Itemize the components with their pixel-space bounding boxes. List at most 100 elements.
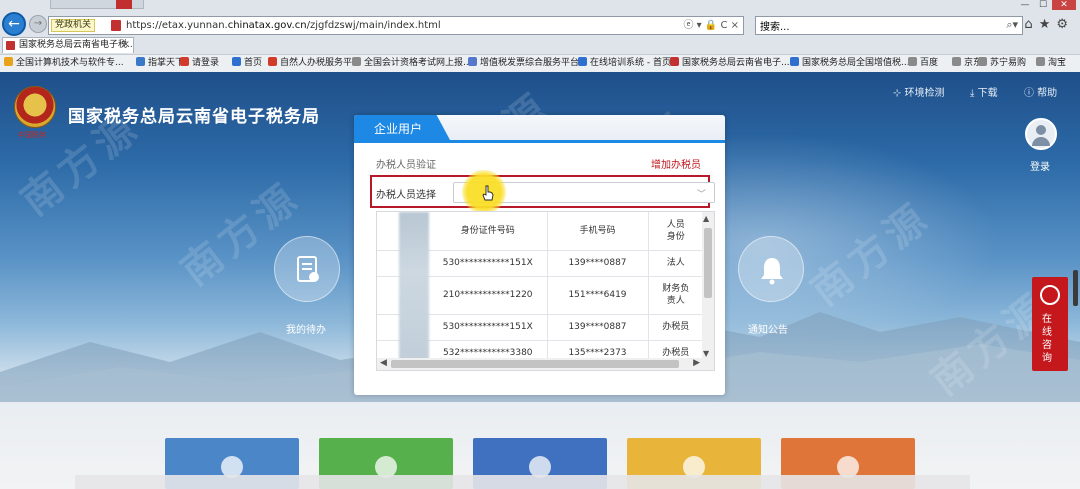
chevron-up-icon[interactable]: ▲	[703, 214, 709, 223]
search-box[interactable]: ⌕▾	[755, 16, 1023, 35]
modal-header: 企业用户	[354, 115, 725, 143]
site-title: 国家税务总局云南省电子税务局	[68, 107, 320, 127]
id-cell: 210***********1220	[429, 276, 548, 315]
browser-chrome: ← → 党政机关 https://etax.yunnan.chinatax.go…	[0, 0, 1080, 72]
my-todo-label[interactable]: 我的待办	[286, 321, 326, 336]
tab-title: 国家税务总局云南省电子税...	[19, 40, 134, 50]
home-icon[interactable]: ⌂	[1024, 17, 1038, 32]
url-tools-icons[interactable]: ⓔ ▾ 🔒 C ×	[683, 19, 739, 32]
dropdown-vertical-scrollbar[interactable]: ▲ ▼	[702, 212, 714, 360]
star-icon[interactable]: ★	[1039, 17, 1057, 32]
forward-arrow-icon: →	[33, 18, 43, 29]
back-button[interactable]: ←	[2, 12, 26, 36]
col-header-role: 人员身份	[648, 212, 703, 251]
page-scrollbar[interactable]	[1073, 270, 1078, 306]
maximize-icon[interactable]: ☐	[1034, 0, 1052, 10]
tab-favicon-icon	[6, 41, 15, 50]
browser-toolbar-icons: ⌂★⚙	[1024, 17, 1074, 32]
add-taxpayer-link[interactable]: 增加办税员	[651, 156, 701, 171]
document-icon	[297, 256, 319, 282]
tax-emblem-icon	[14, 86, 56, 128]
window-controls: — ☐ ✕	[1016, 0, 1076, 12]
minimize-icon[interactable]: —	[1016, 0, 1034, 10]
notice-label[interactable]: 通知公告	[748, 321, 788, 336]
url-text[interactable]: https://etax.yunnan.chinatax.gov.cn/zjgf…	[126, 19, 441, 32]
taxpayer-login-modal: 企业用户 办税人员验证 增加办税员 办税人员选择 ﹀ 身份证件号码 手机号码 人…	[354, 115, 725, 395]
favorite-link[interactable]: 国家税务总局全国增值税...	[790, 57, 910, 70]
download-link[interactable]: ⤓ 下载	[970, 84, 998, 99]
favorite-link[interactable]: 百度	[908, 57, 938, 70]
favorite-favicon-icon	[4, 57, 13, 66]
hand-cursor-icon	[482, 185, 494, 201]
redacted-name-column	[399, 212, 429, 362]
notice-button[interactable]	[738, 236, 804, 302]
back-arrow-icon: ←	[8, 16, 20, 32]
phone-cell: 151****6419	[547, 276, 649, 315]
favorite-favicon-icon	[180, 57, 189, 66]
favorite-link[interactable]: 淘宝	[1036, 57, 1066, 70]
favorite-link[interactable]: 请登录	[180, 57, 219, 70]
favorite-favicon-icon	[952, 57, 961, 66]
search-icon[interactable]: ⌕▾	[1006, 18, 1018, 32]
help-link[interactable]: ⓘ 帮助	[1024, 84, 1057, 99]
favorites-bar: 全国计算机技术与软件专... 指掌天下 请登录 首页 自然人办税服务平... 全国会计资格…	[0, 54, 1080, 72]
favorite-link[interactable]: 在线培训系统 - 首页	[578, 57, 671, 70]
env-check-link[interactable]: ⊹ 环境检测	[893, 84, 945, 99]
chevron-left-icon[interactable]: ◀	[380, 358, 387, 368]
favorite-favicon-icon	[670, 57, 679, 66]
favorite-link[interactable]: 指掌天下	[136, 57, 184, 70]
favorite-favicon-icon	[232, 57, 241, 66]
bottom-bar	[75, 475, 970, 489]
favorite-favicon-icon	[1036, 57, 1045, 66]
tab-close-icon[interactable]: ×	[122, 38, 130, 52]
favorite-link[interactable]: 全国计算机技术与软件专...	[4, 57, 124, 70]
select-label: 办税人员选择	[376, 190, 436, 201]
dropdown-horizontal-scrollbar[interactable]: ◀ ▶	[377, 358, 714, 370]
chevron-down-icon[interactable]: ▼	[703, 349, 709, 358]
favorite-link[interactable]: 全国会计资格考试网上报...	[352, 57, 472, 70]
favorite-link[interactable]: 自然人办税服务平...	[268, 57, 361, 70]
my-todo-button[interactable]	[274, 236, 340, 302]
id-cell: 530***********151X	[429, 250, 548, 277]
address-row: ← → 党政机关 https://etax.yunnan.chinatax.go…	[0, 0, 1080, 36]
favorite-link[interactable]: 增值税发票综合服务平台	[468, 57, 579, 70]
compat-badge[interactable]: 党政机关	[51, 19, 96, 32]
headset-icon	[1040, 285, 1060, 305]
favorite-favicon-icon	[978, 57, 987, 66]
search-input[interactable]	[756, 17, 986, 34]
online-consult-button[interactable]: 在线咨询	[1032, 277, 1068, 371]
close-icon[interactable]: ✕	[1052, 0, 1076, 10]
col-header-id: 身份证件号码	[429, 212, 548, 251]
tab-row: 国家税务总局云南省电子税... ×	[0, 36, 1080, 53]
favorite-favicon-icon	[352, 57, 361, 66]
bell-icon	[761, 258, 783, 285]
favorite-favicon-icon	[578, 57, 587, 66]
favorite-link[interactable]: 首页	[232, 57, 262, 70]
chevron-right-icon[interactable]: ▶	[693, 358, 700, 368]
taxpayer-dropdown[interactable]: 身份证件号码 手机号码 人员身份 530***********151X 139*…	[376, 211, 715, 371]
forward-button[interactable]: →	[29, 15, 47, 33]
favorite-favicon-icon	[790, 57, 799, 66]
favorite-link[interactable]: 国家税务总局云南省电子...	[670, 57, 790, 70]
favorite-link[interactable]: 苏宁易购	[978, 57, 1026, 70]
scroll-thumb[interactable]	[704, 228, 712, 298]
tab-enterprise-user[interactable]: 企业用户	[354, 115, 450, 140]
red-marker	[116, 0, 132, 9]
browser-tab[interactable]: 国家税务总局云南省电子税... ×	[2, 37, 134, 53]
role-cell: 财务负责人	[648, 276, 703, 315]
favorite-favicon-icon	[136, 57, 145, 66]
page-favicon-icon	[111, 20, 121, 31]
chevron-down-icon[interactable]: ﹀	[697, 187, 706, 200]
online-consult-label: 在线咨询	[1042, 314, 1052, 364]
favorite-favicon-icon	[908, 57, 917, 66]
login-link[interactable]: 登录	[1030, 158, 1050, 173]
role-cell: 法人	[648, 250, 703, 277]
scroll-thumb[interactable]	[391, 360, 679, 368]
gear-icon[interactable]: ⚙	[1056, 17, 1074, 32]
phone-cell: 139****0887	[547, 250, 649, 277]
col-header-phone: 手机号码	[547, 212, 649, 251]
address-bar[interactable]: 党政机关 https://etax.yunnan.chinatax.gov.cn…	[48, 16, 744, 35]
login-avatar-icon[interactable]	[1025, 118, 1057, 150]
verify-label: 办税人员验证	[376, 160, 436, 171]
favorite-favicon-icon	[268, 57, 277, 66]
